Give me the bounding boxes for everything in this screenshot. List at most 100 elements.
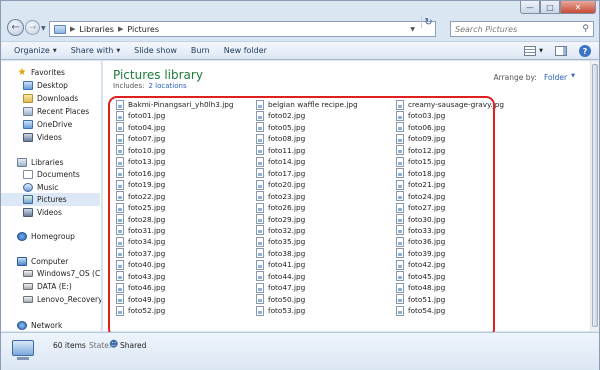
computer-icon [17,257,27,266]
jpg-file-icon [396,271,404,282]
jpg-file-icon [116,133,124,144]
file-item[interactable]: foto54.jpg [396,304,445,317]
vertical-scrollbar[interactable] [590,61,599,331]
jpg-file-icon [116,156,124,167]
forward-button[interactable]: → [25,20,40,35]
file-name: foto19.jpg [128,180,166,190]
refresh-button[interactable]: ↻ [421,16,435,28]
state-value: Shared [120,341,147,350]
nav-fav-videos[interactable]: Videos [23,131,62,144]
nav-computer-label: Computer [31,257,69,266]
jpg-file-icon [116,145,124,156]
nav-downloads-label: Downloads [37,94,79,103]
pictures-icon [23,195,33,204]
breadcrumb-pictures[interactable]: Pictures [127,25,159,34]
jpg-file-icon [396,99,404,110]
views-dropdown-icon[interactable]: ▼ [539,48,543,54]
help-icon[interactable]: ? [579,45,591,57]
chevron-right-icon[interactable]: ▶ [70,25,75,33]
share-with-button[interactable]: Share with ▼ [71,46,120,55]
file-name: foto20.jpg [268,180,306,190]
nav-drive-e[interactable]: DATA (E:) [23,280,72,293]
file-name: foto37.jpg [128,248,166,258]
jpg-file-icon [396,122,404,133]
drive-icon [23,296,33,303]
search-input[interactable] [455,24,575,34]
arrange-by-dropdown[interactable]: Folder [544,73,567,82]
nav-fav-videos-label: Videos [37,133,62,142]
file-item[interactable]: foto52.jpg [116,304,165,317]
nav-drive-recovery[interactable]: Lenovo_Recovery [23,293,102,306]
jpg-file-icon [396,225,404,236]
nav-network[interactable]: Network [17,319,62,331]
nav-downloads[interactable]: Downloads [23,92,78,105]
change-view-icon[interactable] [524,46,537,56]
nav-pictures[interactable]: Pictures [1,193,100,206]
nav-drive-c[interactable]: Windows7_OS (C [23,267,100,280]
file-name: foto23.jpg [268,191,306,201]
onedrive-icon [23,120,33,129]
nav-music-label: Music [37,183,59,192]
jpg-file-icon [116,191,124,202]
minimize-button[interactable]: — [520,1,540,14]
slide-show-button[interactable]: Slide show [134,46,177,55]
jpg-file-icon [396,133,404,144]
jpg-file-icon [256,122,264,133]
nav-favorites[interactable]: ★ Favorites [17,66,65,79]
back-button[interactable]: ← [7,19,24,36]
nav-homegroup[interactable]: Homegroup [17,230,75,243]
arrange-by-label: Arrange by: [493,73,537,82]
file-name: foto45.jpg [408,271,446,281]
jpg-file-icon [396,305,404,316]
preview-pane-icon[interactable] [555,46,567,56]
jpg-file-icon [396,168,404,179]
jpg-file-icon [256,191,264,202]
file-item[interactable]: foto53.jpg [256,304,305,317]
scrollbar-thumb[interactable] [592,64,598,327]
address-dropdown-icon[interactable]: ▼ [410,26,415,33]
jpg-file-icon [116,282,124,293]
file-name: Bakmi-Pinangsari_yh0lh3.jpg [128,100,234,109]
search-icon[interactable]: ⚲ [582,24,589,34]
item-count: 60 items [53,341,86,350]
jpg-file-icon [116,305,124,316]
recent-pages-dropdown[interactable]: ▼ [41,25,46,32]
file-name: foto17.jpg [268,168,306,178]
file-name: foto51.jpg [408,294,446,304]
nav-recent-places-label: Recent Places [37,107,90,116]
file-name: foto30.jpg [408,214,446,224]
explorer-window: — □ ✕ ← → ▼ ▶ Libraries ▶ Pictures ▼ ↻ ⚲… [0,0,600,370]
address-bar[interactable]: ▶ Libraries ▶ Pictures ▼ [49,21,436,37]
drive-icon [23,283,33,290]
jpg-file-icon [256,168,264,179]
file-name: foto11.jpg [268,145,306,155]
arrange-by: Arrange by: Folder ▼ [493,73,575,82]
videos-icon [23,133,33,142]
jpg-file-icon [116,225,124,236]
chevron-down-icon[interactable]: ▼ [571,73,575,82]
nav-drive-recovery-label: Lenovo_Recovery [37,295,102,304]
close-button[interactable]: ✕ [560,1,596,14]
burn-button[interactable]: Burn [191,46,210,55]
chevron-right-icon[interactable]: ▶ [118,25,123,33]
nav-lib-videos-label: Videos [37,208,62,217]
maximize-button[interactable]: □ [540,1,560,14]
nav-documents[interactable]: Documents [23,168,80,181]
library-includes: Includes: 2 locations [113,82,187,90]
drive-icon [23,270,33,277]
nav-desktop-label: Desktop [37,81,68,90]
breadcrumb-libraries[interactable]: Libraries [79,25,114,34]
nav-desktop[interactable]: Desktop [23,79,68,92]
organize-button[interactable]: Organize ▼ [14,46,57,55]
file-name: foto27.jpg [408,203,446,213]
nav-recent-places[interactable]: Recent Places [23,105,89,118]
locations-link[interactable]: 2 locations [149,82,187,90]
nav-onedrive[interactable]: OneDrive [23,118,72,131]
nav-lib-videos[interactable]: Videos [23,206,62,219]
new-folder-button[interactable]: New folder [224,46,267,55]
file-name: foto02.jpg [268,111,306,121]
jpg-file-icon [396,248,404,259]
refresh-icon: ↻ [424,16,433,28]
jpg-file-icon [256,214,264,224]
search-box[interactable]: ⚲ [450,21,594,37]
